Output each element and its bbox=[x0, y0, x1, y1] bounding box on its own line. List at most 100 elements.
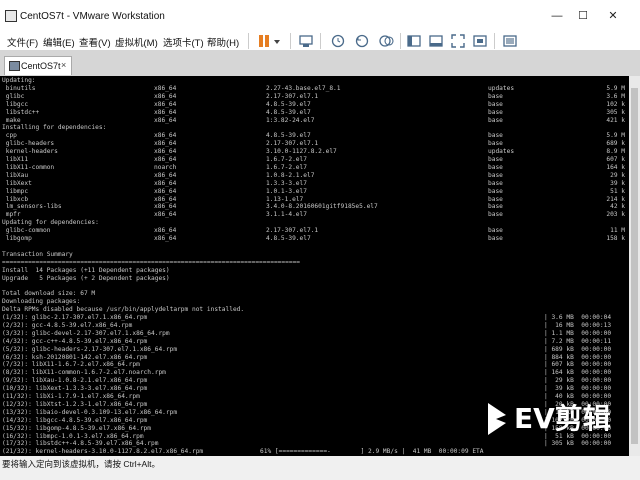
minimize-button[interactable]: — bbox=[548, 8, 566, 24]
console-cell: | 3.6 MB 00:00:04 bbox=[544, 314, 612, 321]
console-cell: 3.4.0-8.20160601gitf9185e5.el7 bbox=[266, 203, 378, 211]
snapshot-manager-icon[interactable] bbox=[378, 33, 394, 49]
console-cell: base bbox=[488, 100, 503, 108]
console-cell: 3.10.0-1127.8.2.el7 bbox=[266, 148, 337, 156]
console-cell: 1.6.7-2.el7 bbox=[266, 156, 307, 163]
fullscreen-icon[interactable] bbox=[450, 33, 466, 49]
close-button[interactable]: ✕ bbox=[604, 8, 622, 24]
send-keys-icon[interactable] bbox=[298, 33, 314, 49]
console-cell: x86_64 bbox=[154, 92, 177, 100]
console-cell: libX11 bbox=[2, 156, 29, 163]
console-cell: 1.13-1.el7 bbox=[266, 195, 304, 203]
console-cell: base bbox=[488, 235, 503, 242]
console-cell: 1.3.3-3.el7 bbox=[266, 179, 307, 187]
console-cell: 4.8.5-39.el7 bbox=[266, 108, 311, 116]
unity-icon[interactable] bbox=[472, 33, 488, 49]
console-cell: 39 k bbox=[610, 179, 625, 187]
console-line: make x86_64 1:3.82-24.el7 base 421 k bbox=[2, 117, 627, 125]
console-cell: 29 k bbox=[610, 171, 625, 179]
console-cell: (15/32): libgomp-4.8.5-39.el7.x86_64.rpm bbox=[2, 424, 152, 432]
menu-help[interactable]: 帮助(H) bbox=[207, 35, 239, 49]
console-cell: (7/32): libX11-1.6.7-2.el7.x86_64.rpm bbox=[2, 361, 140, 369]
menu-vm[interactable]: 虚拟机(M) bbox=[115, 35, 158, 49]
console-line: Downloading packages: bbox=[2, 298, 627, 306]
console-line: libxcb x86_64 1.13-1.el7 base 214 k bbox=[2, 196, 627, 204]
console-cell: (11/32): libXi-1.7.9-1.el7.x86_64.rpm bbox=[2, 393, 140, 400]
pause-icon[interactable] bbox=[256, 33, 272, 49]
console-cell: | 16 MB 00:00:13 bbox=[544, 321, 612, 329]
console-cell: Installing for dependencies: bbox=[2, 124, 107, 132]
console-cell: 689 k bbox=[606, 140, 625, 148]
console-line: libgcc x86_64 4.8.5-39.el7 base 102 k bbox=[2, 101, 627, 109]
console-line: ========================================… bbox=[2, 259, 627, 267]
console-view-icon[interactable] bbox=[428, 33, 444, 49]
console-line: kernel-headers x86_64 3.10.0-1127.8.2.el7 u… bbox=[2, 148, 627, 156]
tab-bar bbox=[0, 50, 640, 76]
console-cell: 2.17-307.el7.1 bbox=[266, 140, 319, 148]
console-line: libstdc++ x86_64 4.8.5-39.el7 base 305 k bbox=[2, 109, 627, 117]
console-cell: x86_64 bbox=[154, 171, 177, 179]
console-cell: updates bbox=[488, 84, 515, 92]
menu-edit[interactable]: 编辑(E) bbox=[43, 35, 75, 49]
window-titlebar: CentOS7t - VMware Workstation — ☐ ✕ bbox=[0, 0, 640, 32]
menu-file[interactable]: 文件(F) bbox=[7, 35, 38, 49]
vm-icon bbox=[9, 61, 20, 71]
maximize-button[interactable]: ☐ bbox=[574, 8, 592, 24]
console-cell: x86_64 bbox=[154, 132, 177, 140]
console-line: (4/32): gcc-c++-4.8.5-39.el7.x86_64.rpm |… bbox=[2, 338, 627, 346]
console-cell: 4.8.5-39.el7 bbox=[266, 100, 311, 108]
menu-view[interactable]: 查看(V) bbox=[79, 35, 111, 49]
console-cell: (13/32): libaio-devel-0.3.109-13.el7.x86… bbox=[2, 408, 178, 416]
console-cell: libX11-common bbox=[2, 163, 55, 171]
console-cell: base bbox=[488, 156, 503, 163]
console-line: Install 14 Packages (+11 Dependent packa… bbox=[2, 267, 627, 275]
console-cell: libXau bbox=[2, 171, 29, 179]
console-cell: glibc bbox=[2, 92, 25, 100]
console-cell: (8/32): libX11-common-1.6.7-2.el7.noarch… bbox=[2, 369, 166, 377]
dropdown-arrow-icon[interactable] bbox=[272, 33, 282, 49]
scrollbar-thumb[interactable] bbox=[631, 88, 638, 444]
console-line: (8/32): libX11-common-1.6.7-2.el7.noarch… bbox=[2, 369, 627, 377]
console-cell: noarch bbox=[154, 163, 177, 171]
sidebar-icon[interactable] bbox=[406, 33, 422, 49]
console-line: Total download size: 67 M bbox=[2, 290, 627, 298]
thumbnail-icon[interactable] bbox=[502, 33, 518, 49]
console-line: (2/32): gcc-4.8.5-39.el7.x86_64.rpm | 16 … bbox=[2, 322, 627, 330]
toolbar-separator bbox=[494, 33, 495, 49]
snapshot-icon[interactable] bbox=[330, 33, 346, 49]
tab-close-button[interactable]: × bbox=[61, 60, 66, 70]
console-cell: libXext bbox=[2, 179, 32, 187]
console-cell: base bbox=[488, 211, 503, 219]
console-cell: x86_64 bbox=[154, 227, 177, 235]
console-cell: 5.9 M bbox=[606, 132, 625, 140]
tab-centos7t[interactable]: CentOS7t × bbox=[4, 56, 72, 75]
console-cell: Install 14 Packages (+11 Dependent packa… bbox=[2, 266, 170, 274]
console-line: Delta RPMs disabled because /usr/bin/app… bbox=[2, 306, 627, 314]
console-cell: 1:3.82-24.el7 bbox=[266, 116, 315, 124]
console-line: (1/32): glibc-2.17-307.el7.1.x86_64.rpm |… bbox=[2, 314, 627, 322]
console-cell: Delta RPMs disabled because /usr/bin/app… bbox=[2, 306, 245, 314]
console-cell: 214 k bbox=[606, 195, 625, 203]
console-line: (7/32): libX11-1.6.7-2.el7.x86_64.rpm | 6… bbox=[2, 361, 627, 369]
console-cell: 4.8.5-39.el7 bbox=[266, 132, 311, 140]
console-line: (9/32): libXau-1.0.8-2.1.el7.x86_64.rpm |… bbox=[2, 377, 627, 385]
revert-snapshot-icon[interactable] bbox=[354, 33, 370, 49]
console-cell: | 305 kB 00:00:00 bbox=[544, 440, 612, 448]
console-cell: | 689 kB 00:00:00 bbox=[544, 345, 612, 353]
console-line: (5/32): glibc-headers-2.17-307.el7.1.x86… bbox=[2, 346, 627, 354]
ev-logo-icon bbox=[488, 403, 506, 435]
console-cell: base bbox=[488, 187, 503, 195]
console-line: libX11 x86_64 1.6.7-2.el7 base 607 k bbox=[2, 156, 627, 164]
console-cell: 5.9 M bbox=[606, 84, 625, 92]
console-cell: base bbox=[488, 132, 503, 140]
console-line: libgomp x86_64 4.8.5-39.el7 base 158 k bbox=[2, 235, 627, 243]
menu-tabs[interactable]: 选项卡(T) bbox=[163, 35, 204, 49]
console-line: Transaction Summary bbox=[2, 251, 627, 259]
status-text: 要将输入定向到该虚拟机，请按 Ctrl+Alt。 bbox=[2, 459, 160, 469]
console-cell: kernel-headers bbox=[2, 148, 58, 156]
console-cell: base bbox=[488, 179, 503, 187]
watermark-text: EV剪辑 bbox=[514, 402, 611, 435]
tab-label: CentOS7t bbox=[21, 61, 61, 71]
